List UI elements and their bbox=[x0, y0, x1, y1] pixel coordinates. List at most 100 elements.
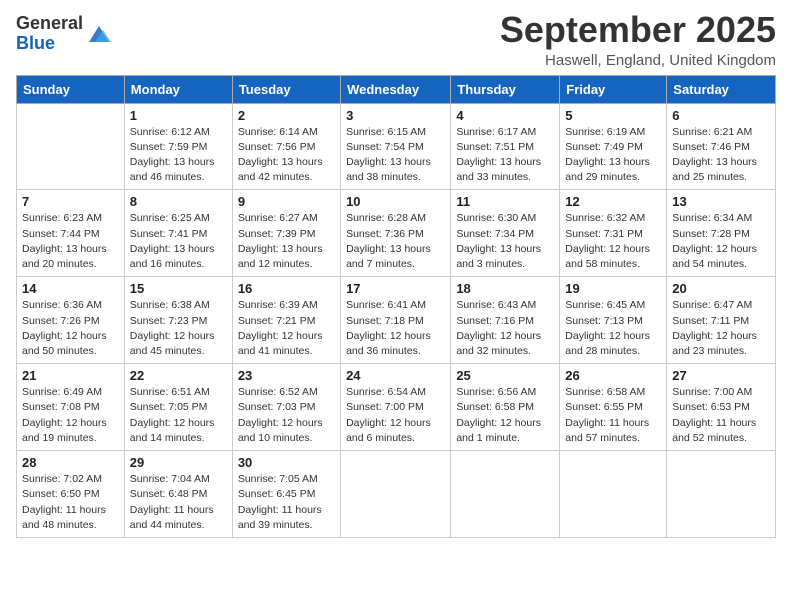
day-number: 15 bbox=[130, 281, 227, 296]
table-row bbox=[667, 451, 776, 538]
table-row: 4 Sunrise: 6:17 AMSunset: 7:51 PMDaylight… bbox=[451, 103, 560, 190]
day-info: Sunrise: 6:39 AMSunset: 7:21 PMDaylight:… bbox=[238, 298, 335, 359]
table-row: 15 Sunrise: 6:38 AMSunset: 7:23 PMDayligh… bbox=[124, 277, 232, 364]
location: Haswell, England, United Kingdom bbox=[500, 52, 776, 69]
logo: General Blue bbox=[16, 14, 113, 54]
day-info: Sunrise: 6:34 AMSunset: 7:28 PMDaylight:… bbox=[672, 211, 770, 272]
table-row: 8 Sunrise: 6:25 AMSunset: 7:41 PMDaylight… bbox=[124, 190, 232, 277]
day-info: Sunrise: 6:43 AMSunset: 7:16 PMDaylight:… bbox=[456, 298, 554, 359]
day-info: Sunrise: 7:04 AMSunset: 6:48 PMDaylight:… bbox=[130, 472, 227, 533]
table-row: 27 Sunrise: 7:00 AMSunset: 6:53 PMDayligh… bbox=[667, 364, 776, 451]
day-info: Sunrise: 6:27 AMSunset: 7:39 PMDaylight:… bbox=[238, 211, 335, 272]
title-block: September 2025 Haswell, England, United … bbox=[500, 10, 776, 69]
day-number: 3 bbox=[346, 108, 445, 123]
table-row: 16 Sunrise: 6:39 AMSunset: 7:21 PMDayligh… bbox=[232, 277, 340, 364]
table-row: 14Sunrise: 6:36 AMSunset: 7:26 PMDayligh… bbox=[17, 277, 125, 364]
table-row bbox=[17, 103, 125, 190]
day-info: Sunrise: 6:23 AMSunset: 7:44 PMDaylight:… bbox=[22, 211, 119, 272]
day-number: 28 bbox=[22, 455, 119, 470]
calendar-table: Sunday Monday Tuesday Wednesday Thursday… bbox=[16, 75, 776, 538]
day-number: 24 bbox=[346, 368, 445, 383]
col-wednesday: Wednesday bbox=[341, 75, 451, 103]
day-number: 7 bbox=[22, 194, 119, 209]
day-number: 22 bbox=[130, 368, 227, 383]
day-info: Sunrise: 6:52 AMSunset: 7:03 PMDaylight:… bbox=[238, 385, 335, 446]
day-number: 27 bbox=[672, 368, 770, 383]
day-info: Sunrise: 6:32 AMSunset: 7:31 PMDaylight:… bbox=[565, 211, 661, 272]
day-number: 29 bbox=[130, 455, 227, 470]
calendar-week-row: 21 Sunrise: 6:49 AMSunset: 7:08 PMDayligh… bbox=[17, 364, 776, 451]
day-info: Sunrise: 6:58 AMSunset: 6:55 PMDaylight:… bbox=[565, 385, 661, 446]
day-info: Sunrise: 6:38 AMSunset: 7:23 PMDaylight:… bbox=[130, 298, 227, 359]
day-number: 11 bbox=[456, 194, 554, 209]
table-row: 13 Sunrise: 6:34 AMSunset: 7:28 PMDayligh… bbox=[667, 190, 776, 277]
day-info: Sunrise: 7:05 AMSunset: 6:45 PMDaylight:… bbox=[238, 472, 335, 533]
logo-blue-text: Blue bbox=[16, 34, 83, 54]
day-info: Sunrise: 6:36 AMSunset: 7:26 PMDaylight:… bbox=[22, 298, 119, 359]
table-row: 12 Sunrise: 6:32 AMSunset: 7:31 PMDayligh… bbox=[560, 190, 667, 277]
col-monday: Monday bbox=[124, 75, 232, 103]
day-number: 13 bbox=[672, 194, 770, 209]
day-info: Sunrise: 6:30 AMSunset: 7:34 PMDaylight:… bbox=[456, 211, 554, 272]
day-info: Sunrise: 6:25 AMSunset: 7:41 PMDaylight:… bbox=[130, 211, 227, 272]
day-number: 18 bbox=[456, 281, 554, 296]
table-row: 2Sunrise: 6:14 AMSunset: 7:56 PMDaylight… bbox=[232, 103, 340, 190]
day-info: Sunrise: 6:51 AMSunset: 7:05 PMDaylight:… bbox=[130, 385, 227, 446]
table-row: 5Sunrise: 6:19 AMSunset: 7:49 PMDaylight… bbox=[560, 103, 667, 190]
day-number: 12 bbox=[565, 194, 661, 209]
table-row bbox=[560, 451, 667, 538]
day-number: 19 bbox=[565, 281, 661, 296]
logo-icon bbox=[85, 20, 113, 48]
month-title: September 2025 bbox=[500, 10, 776, 50]
day-number: 26 bbox=[565, 368, 661, 383]
day-number: 23 bbox=[238, 368, 335, 383]
day-number: 25 bbox=[456, 368, 554, 383]
day-number: 30 bbox=[238, 455, 335, 470]
day-info: Sunrise: 6:45 AMSunset: 7:13 PMDaylight:… bbox=[565, 298, 661, 359]
table-row: 21 Sunrise: 6:49 AMSunset: 7:08 PMDayligh… bbox=[17, 364, 125, 451]
col-sunday: Sunday bbox=[17, 75, 125, 103]
table-row: 20 Sunrise: 6:47 AMSunset: 7:11 PMDayligh… bbox=[667, 277, 776, 364]
col-thursday: Thursday bbox=[451, 75, 560, 103]
col-friday: Friday bbox=[560, 75, 667, 103]
calendar-week-row: 28Sunrise: 7:02 AMSunset: 6:50 PMDayligh… bbox=[17, 451, 776, 538]
table-row: 1 Sunrise: 6:12 AMSunset: 7:59 PMDaylight… bbox=[124, 103, 232, 190]
day-info: Sunrise: 6:12 AMSunset: 7:59 PMDaylight:… bbox=[130, 125, 227, 186]
calendar-week-row: 7 Sunrise: 6:23 AMSunset: 7:44 PMDaylight… bbox=[17, 190, 776, 277]
day-info: Sunrise: 7:00 AMSunset: 6:53 PMDaylight:… bbox=[672, 385, 770, 446]
table-row: 19 Sunrise: 6:45 AMSunset: 7:13 PMDayligh… bbox=[560, 277, 667, 364]
day-number: 8 bbox=[130, 194, 227, 209]
day-number: 1 bbox=[130, 108, 227, 123]
day-info: Sunrise: 6:49 AMSunset: 7:08 PMDaylight:… bbox=[22, 385, 119, 446]
table-row: 23 Sunrise: 6:52 AMSunset: 7:03 PMDayligh… bbox=[232, 364, 340, 451]
day-info: Sunrise: 6:28 AMSunset: 7:36 PMDaylight:… bbox=[346, 211, 445, 272]
table-row: 6Sunrise: 6:21 AMSunset: 7:46 PMDaylight… bbox=[667, 103, 776, 190]
day-info: Sunrise: 6:54 AMSunset: 7:00 PMDaylight:… bbox=[346, 385, 445, 446]
calendar-header-row: Sunday Monday Tuesday Wednesday Thursday… bbox=[17, 75, 776, 103]
day-number: 17 bbox=[346, 281, 445, 296]
table-row: 28Sunrise: 7:02 AMSunset: 6:50 PMDayligh… bbox=[17, 451, 125, 538]
day-info: Sunrise: 6:17 AMSunset: 7:51 PMDaylight:… bbox=[456, 125, 554, 186]
day-number: 4 bbox=[456, 108, 554, 123]
day-info: Sunrise: 6:47 AMSunset: 7:11 PMDaylight:… bbox=[672, 298, 770, 359]
logo-general-text: General bbox=[16, 14, 83, 34]
day-number: 10 bbox=[346, 194, 445, 209]
table-row: 18 Sunrise: 6:43 AMSunset: 7:16 PMDayligh… bbox=[451, 277, 560, 364]
day-number: 21 bbox=[22, 368, 119, 383]
col-tuesday: Tuesday bbox=[232, 75, 340, 103]
day-number: 6 bbox=[672, 108, 770, 123]
table-row: 29 Sunrise: 7:04 AMSunset: 6:48 PMDayligh… bbox=[124, 451, 232, 538]
table-row: 22 Sunrise: 6:51 AMSunset: 7:05 PMDayligh… bbox=[124, 364, 232, 451]
col-saturday: Saturday bbox=[667, 75, 776, 103]
day-number: 16 bbox=[238, 281, 335, 296]
table-row: 30 Sunrise: 7:05 AMSunset: 6:45 PMDayligh… bbox=[232, 451, 340, 538]
page: General Blue September 2025 Haswell, Eng… bbox=[0, 0, 792, 612]
table-row bbox=[451, 451, 560, 538]
calendar-week-row: 14Sunrise: 6:36 AMSunset: 7:26 PMDayligh… bbox=[17, 277, 776, 364]
table-row: 11 Sunrise: 6:30 AMSunset: 7:34 PMDayligh… bbox=[451, 190, 560, 277]
day-info: Sunrise: 6:41 AMSunset: 7:18 PMDaylight:… bbox=[346, 298, 445, 359]
table-row: 10 Sunrise: 6:28 AMSunset: 7:36 PMDayligh… bbox=[341, 190, 451, 277]
day-number: 20 bbox=[672, 281, 770, 296]
day-info: Sunrise: 6:56 AMSunset: 6:58 PMDaylight:… bbox=[456, 385, 554, 446]
table-row bbox=[341, 451, 451, 538]
